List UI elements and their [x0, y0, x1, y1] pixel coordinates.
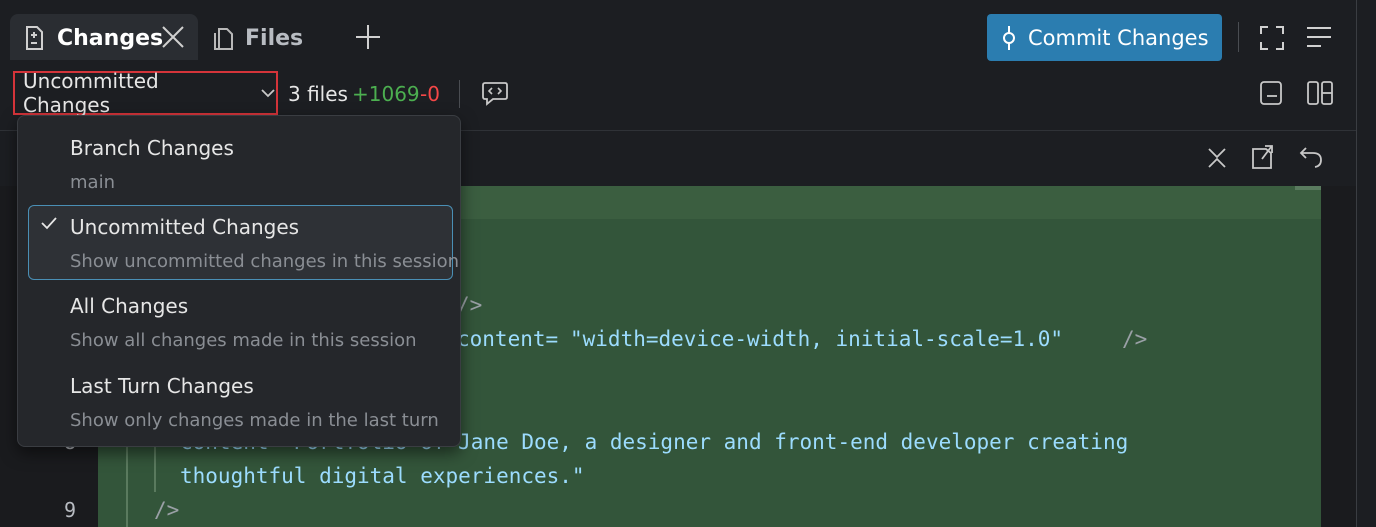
open-file-icon[interactable]	[1249, 143, 1275, 171]
option-uncommitted-changes[interactable]: Uncommitted Changes	[70, 215, 299, 239]
changes-doc-icon	[22, 25, 46, 51]
option-branch-changes[interactable]: Branch Changes	[70, 136, 234, 160]
files-icon[interactable]	[212, 25, 234, 51]
option-branch-changes-subtitle: main	[70, 172, 115, 193]
lines-added: +1069	[352, 82, 420, 106]
code-line-5: />	[154, 498, 180, 522]
comment-code-icon[interactable]	[481, 80, 509, 106]
collapse-icon[interactable]	[1206, 146, 1228, 170]
option-all-changes[interactable]: All Changes	[70, 294, 188, 318]
files-count: 3 files	[288, 82, 348, 106]
lines-removed: -0	[420, 82, 440, 106]
change-scope-dropdown: Branch Changes main Uncommitted Changes …	[17, 115, 461, 447]
revert-icon[interactable]	[1298, 144, 1324, 170]
checkmark-icon	[40, 216, 58, 230]
commit-icon	[1000, 25, 1018, 51]
commit-changes-button[interactable]: Commit Changes	[987, 14, 1222, 61]
line-number-9: 9	[64, 498, 77, 522]
option-last-turn-changes[interactable]: Last Turn Changes	[70, 374, 254, 398]
commit-changes-label: Commit Changes	[1028, 25, 1209, 50]
option-uncommitted-changes-subtitle: Show uncommitted changes in this session	[70, 251, 460, 272]
menu-lines-icon[interactable]	[1305, 25, 1333, 49]
code-line-2-value: "width=device-width, initial-scale=1.0"	[570, 327, 1064, 351]
change-scope-selector[interactable]: Uncommitted Changes	[13, 69, 278, 117]
code-line-4: thoughtful digital experiences."	[180, 464, 585, 488]
chevron-down-icon	[260, 88, 276, 98]
add-tab-icon[interactable]	[354, 23, 382, 51]
option-last-turn-changes-subtitle: Show only changes made in the last turn	[70, 410, 439, 431]
stats-divider	[459, 80, 460, 108]
option-all-changes-subtitle: Show all changes made in this session	[70, 330, 417, 351]
code-line-2-close: />	[1122, 327, 1148, 351]
toolbar-divider	[1238, 22, 1239, 52]
tab-files-label[interactable]: Files	[245, 26, 303, 52]
side-by-side-icon[interactable]	[1306, 80, 1334, 106]
close-tab-icon[interactable]	[160, 24, 186, 50]
selector-label: Uncommitted Changes	[23, 69, 159, 117]
right-gutter	[1356, 0, 1376, 527]
fullscreen-icon[interactable]	[1259, 25, 1285, 51]
inline-view-icon[interactable]	[1259, 80, 1285, 106]
scroll-marker	[1295, 186, 1321, 190]
tab-changes-label: Changes	[57, 26, 164, 51]
code-line-2-attr: content=	[457, 327, 559, 351]
